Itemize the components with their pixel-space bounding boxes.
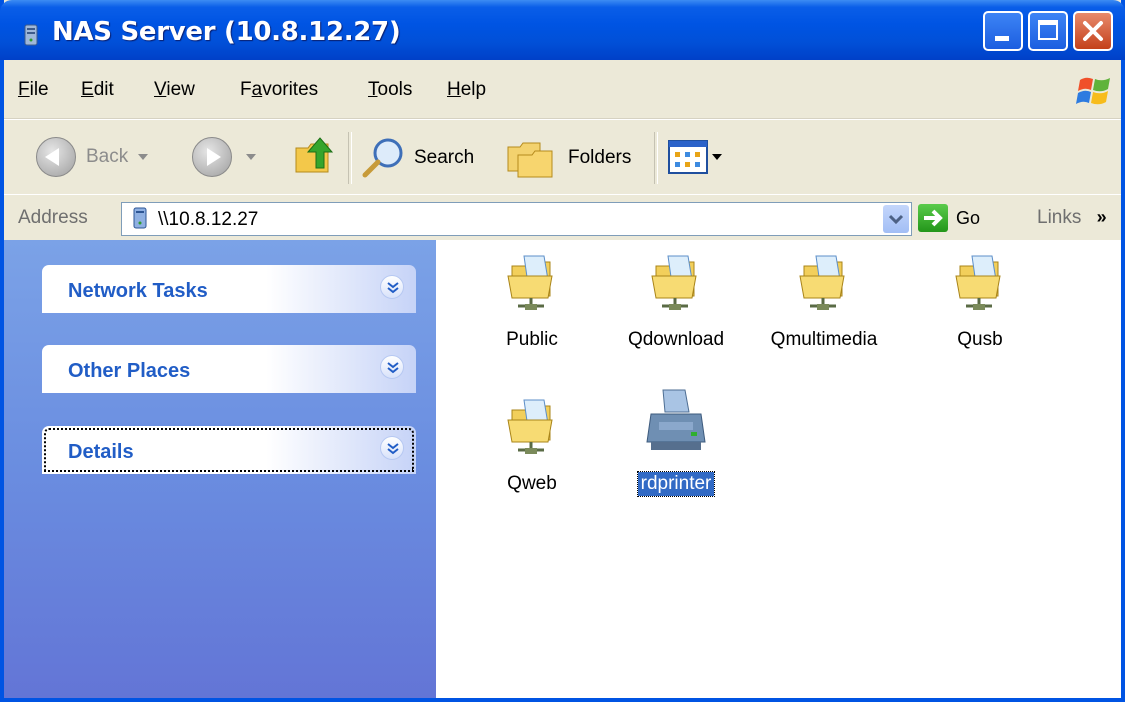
panel-title: Other Places bbox=[68, 360, 191, 382]
panel-title: Network Tasks bbox=[68, 280, 208, 302]
search-icon bbox=[362, 138, 403, 178]
shared-folder-icon bbox=[651, 255, 697, 310]
go-label: Go bbox=[956, 207, 981, 228]
maximize-button[interactable] bbox=[1028, 11, 1068, 51]
views-dropdown-icon bbox=[712, 154, 722, 160]
address-input[interactable]: \\10.8.12.27 bbox=[121, 202, 912, 236]
search-button[interactable]: Search bbox=[360, 137, 474, 179]
expand-chevron-icon[interactable] bbox=[380, 355, 404, 379]
minimize-icon bbox=[995, 36, 1009, 41]
network-server-icon bbox=[24, 24, 38, 46]
menu-help[interactable]: Help bbox=[447, 79, 486, 101]
views-button[interactable] bbox=[668, 140, 722, 174]
close-icon bbox=[1083, 21, 1103, 41]
go-button[interactable]: Go bbox=[918, 204, 980, 232]
network-server-icon bbox=[133, 207, 147, 229]
address-label: Address bbox=[18, 207, 88, 228]
windows-logo-icon bbox=[1076, 77, 1110, 105]
forward-dropdown-icon bbox=[246, 154, 256, 160]
back-label: Back bbox=[86, 146, 129, 167]
panel-other-places[interactable]: Other Places bbox=[42, 345, 416, 393]
panel-details[interactable]: Details bbox=[42, 426, 416, 474]
title-bar[interactable]: NAS Server (10.8.12.27) bbox=[0, 0, 1125, 60]
views-icon bbox=[668, 140, 708, 174]
item-label: rdprinter bbox=[636, 471, 716, 497]
search-label: Search bbox=[414, 147, 475, 168]
shared-folder-icon bbox=[507, 255, 553, 310]
list-item-qusb[interactable]: Qusb bbox=[910, 254, 1050, 352]
expand-chevron-icon[interactable] bbox=[380, 275, 404, 299]
item-label: Qdownload bbox=[627, 329, 725, 350]
folders-button[interactable]: Folders bbox=[506, 137, 631, 179]
links-chevron-icon[interactable]: » bbox=[1097, 207, 1107, 227]
expand-chevron-icon[interactable] bbox=[380, 436, 404, 460]
list-item-qdownload[interactable]: Qdownload bbox=[606, 254, 746, 352]
menu-file[interactable]: File bbox=[18, 79, 49, 101]
panel-title: Details bbox=[68, 441, 134, 463]
shared-folder-icon bbox=[955, 255, 1001, 310]
printer-icon bbox=[646, 389, 706, 450]
task-pane: Network Tasks Other Places Details bbox=[4, 240, 436, 698]
file-list: Public Qdownload Qmultimedia Qusb Qweb r… bbox=[436, 240, 1121, 698]
folders-icon bbox=[507, 142, 553, 178]
standard-toolbar: Back Search Folders bbox=[4, 119, 1121, 195]
list-item-qweb[interactable]: Qweb bbox=[462, 398, 602, 496]
minimize-button[interactable] bbox=[983, 11, 1023, 51]
item-label: Qmultimedia bbox=[770, 329, 878, 350]
links-toolbar[interactable]: Links » bbox=[1037, 207, 1107, 229]
list-item-qmultimedia[interactable]: Qmultimedia bbox=[754, 254, 894, 352]
forward-arrow-icon bbox=[192, 137, 232, 177]
shared-folder-icon bbox=[799, 255, 845, 310]
item-label: Qusb bbox=[957, 329, 1003, 350]
forward-button[interactable] bbox=[192, 137, 256, 177]
menu-favorites[interactable]: Favorites bbox=[240, 79, 318, 101]
explorer-window: NAS Server (10.8.12.27) File Edit View F… bbox=[0, 0, 1125, 702]
list-item-rdprinter[interactable]: rdprinter bbox=[606, 386, 746, 497]
menu-edit[interactable]: Edit bbox=[81, 79, 114, 101]
chevron-down-icon bbox=[888, 214, 904, 225]
panel-network-tasks[interactable]: Network Tasks bbox=[42, 265, 416, 313]
menu-view[interactable]: View bbox=[154, 79, 195, 101]
item-label: Qweb bbox=[507, 473, 557, 494]
back-button[interactable]: Back bbox=[36, 137, 149, 177]
address-value: \\10.8.12.27 bbox=[158, 209, 259, 230]
back-arrow-icon bbox=[36, 137, 76, 177]
address-bar: Address \\10.8.12.27 Go Links » bbox=[4, 194, 1121, 241]
go-arrow-icon bbox=[918, 204, 948, 232]
up-folder-button[interactable] bbox=[292, 134, 336, 178]
address-dropdown-button[interactable] bbox=[883, 205, 909, 233]
list-item-public[interactable]: Public bbox=[462, 254, 602, 352]
window-title: NAS Server (10.8.12.27) bbox=[52, 17, 401, 47]
shared-folder-icon bbox=[507, 399, 553, 454]
maximize-icon bbox=[1038, 20, 1058, 40]
folders-label: Folders bbox=[568, 147, 632, 168]
close-button[interactable] bbox=[1073, 11, 1113, 51]
back-dropdown-icon bbox=[138, 154, 149, 160]
content-area: Network Tasks Other Places Details Publi… bbox=[4, 240, 1121, 698]
menu-bar: File Edit View Favorites Tools Help bbox=[4, 64, 1121, 119]
menu-tools[interactable]: Tools bbox=[368, 79, 412, 101]
item-label: Public bbox=[506, 329, 558, 350]
